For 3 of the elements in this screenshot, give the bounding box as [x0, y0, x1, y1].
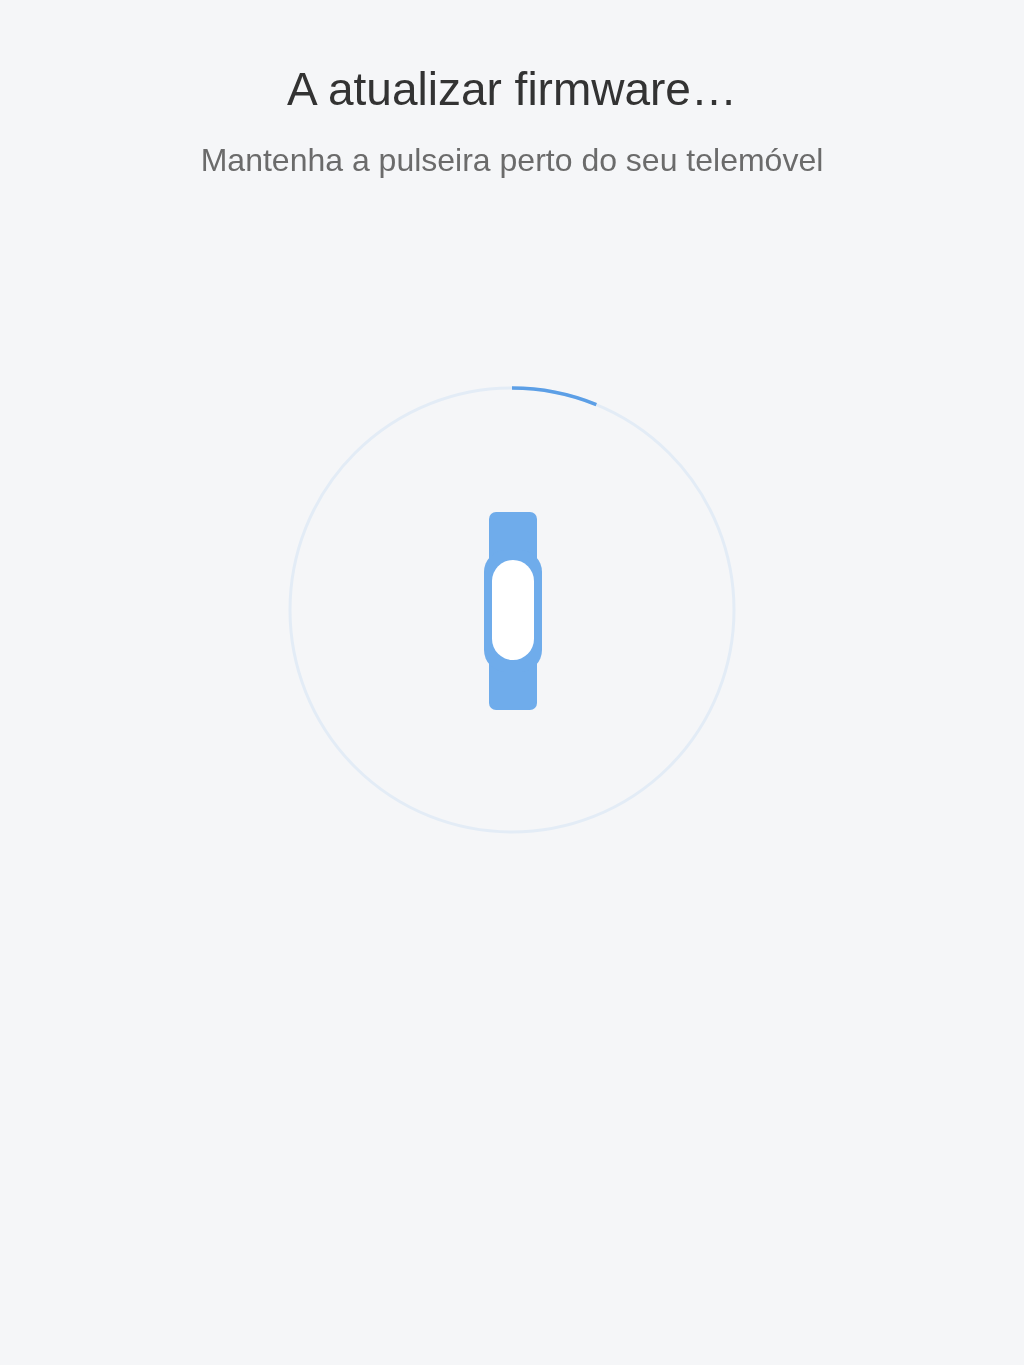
instruction-text: Mantenha a pulseira perto do seu telemóvel: [200, 141, 824, 180]
page-title: A atualizar firmware…: [287, 62, 737, 117]
fitness-band-icon: [484, 512, 542, 710]
